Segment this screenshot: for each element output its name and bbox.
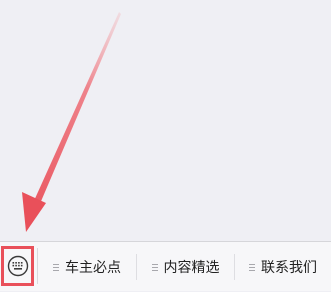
chat-content-area [0,0,331,241]
bottom-menu-bar: 车主必点 内容精选 联系我们 [0,241,331,291]
keyboard-toggle-highlight [1,246,34,286]
menu-item-label: 内容精选 [163,260,220,276]
menu-item-label: 车主必点 [65,260,121,276]
menu-lines-icon [151,263,158,272]
menu-item-label: 联系我们 [261,260,317,276]
menu-item-contact-us[interactable]: 联系我们 [235,242,331,292]
keyboard-toggle-button[interactable] [1,246,34,286]
menu-item-featured-content[interactable]: 内容精选 [137,242,234,292]
menu-lines-icon [249,263,255,272]
menu-item-car-owner[interactable]: 车主必点 [38,242,136,292]
menu-lines-icon [53,263,59,272]
